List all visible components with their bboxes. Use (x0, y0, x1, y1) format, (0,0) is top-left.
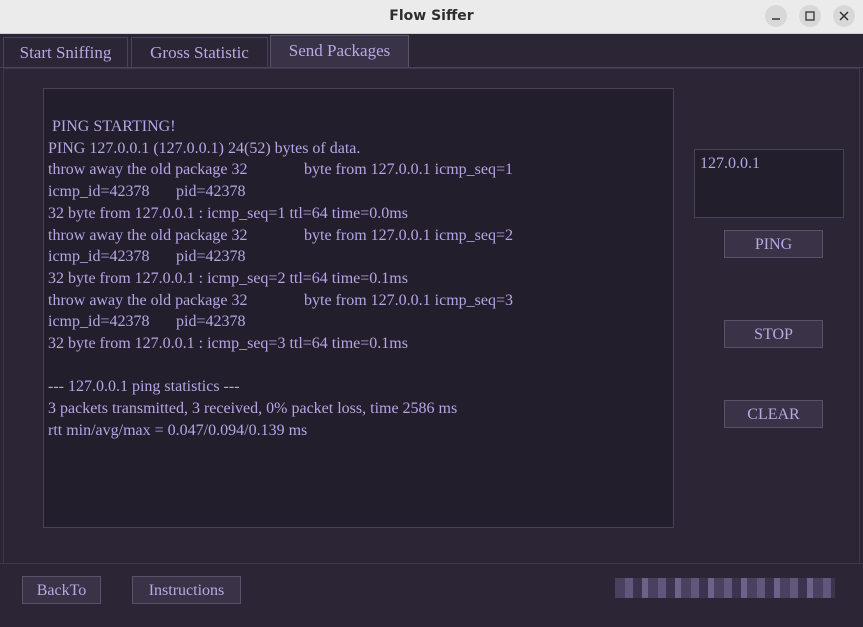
minimize-icon (772, 18, 780, 20)
instructions-button[interactable]: Instructions (132, 576, 241, 604)
back-button[interactable]: BackTo (22, 576, 101, 604)
footer-divider (0, 563, 863, 564)
redacted-footer-text (615, 578, 835, 598)
tab-start-sniffing[interactable]: Start Sniffing (3, 37, 128, 67)
ping-output-area[interactable]: PING STARTING! PING 127.0.0.1 (127.0.0.1… (43, 88, 674, 528)
title-bar: Flow Siffer (0, 0, 863, 34)
maximize-button[interactable] (799, 5, 821, 27)
maximize-icon (805, 11, 815, 21)
tab-bar: Start Sniffing Gross Statistic Send Pack… (0, 35, 863, 68)
close-button[interactable] (833, 5, 855, 27)
clear-button[interactable]: CLEAR (724, 400, 823, 428)
stop-button[interactable]: STOP (724, 320, 823, 348)
tab-gross-statistic[interactable]: Gross Statistic (131, 37, 268, 67)
tab-send-packages[interactable]: Send Packages (270, 35, 409, 68)
close-icon (839, 11, 849, 21)
ping-button[interactable]: PING (724, 230, 823, 258)
minimize-button[interactable] (765, 5, 787, 27)
window-title: Flow Siffer (389, 8, 474, 24)
target-ip-input[interactable]: 127.0.0.1 (694, 149, 844, 218)
